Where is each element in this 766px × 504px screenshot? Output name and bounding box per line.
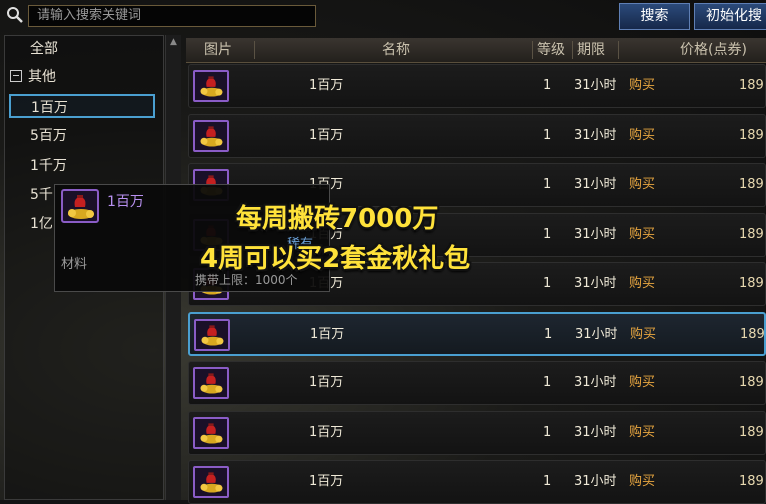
item-price: 189 [739, 78, 764, 93]
money-bag-icon [193, 367, 229, 399]
collapse-icon[interactable] [10, 70, 22, 82]
header-divider [618, 41, 619, 59]
money-bag-icon [194, 319, 230, 351]
tooltip-item-name: 1百万 [107, 194, 144, 210]
scroll-up-icon[interactable]: ▲ [166, 37, 181, 47]
buy-button[interactable]: 购买 [630, 314, 656, 356]
item-duration: 31小时 [574, 128, 617, 143]
buy-button[interactable]: 购买 [629, 263, 655, 305]
buy-button[interactable]: 购买 [629, 115, 655, 157]
header-name[interactable]: 名称 [382, 38, 410, 62]
header-image[interactable]: 图片 [204, 38, 232, 62]
item-price: 189 [739, 276, 764, 291]
sidebar-item-1-million[interactable]: 1百万 [9, 94, 155, 118]
item-level: 1 [543, 474, 552, 489]
table-row[interactable]: 1百万 1 31小时购买 189 [188, 114, 766, 158]
sidebar-item-label: 其他 [28, 69, 56, 85]
table-row[interactable]: 1百万 1 31小时购买 189 [188, 460, 766, 504]
item-duration: 31小时 [574, 375, 617, 390]
item-duration: 31小时 [574, 276, 617, 291]
item-level: 1 [543, 227, 552, 242]
header-divider [532, 41, 533, 59]
item-name: 1百万 [309, 425, 344, 440]
item-duration: 31小时 [574, 227, 617, 242]
item-level: 1 [543, 78, 552, 93]
header-price[interactable]: 价格(点券) [680, 38, 747, 62]
tooltip-type: 材料 [61, 257, 88, 272]
item-duration: 31小时 [574, 177, 617, 192]
header-divider [572, 41, 573, 59]
table-row[interactable]: 1百万 1 31小时购买 189 [188, 411, 766, 455]
sidebar-item-50-million[interactable]: 5千 [30, 183, 53, 207]
search-button[interactable]: 搜索 [619, 3, 690, 30]
header-divider [254, 41, 255, 59]
item-price: 189 [740, 327, 765, 342]
money-bag-icon [193, 120, 229, 152]
item-level: 1 [543, 177, 552, 192]
item-level: 1 [543, 128, 552, 143]
money-bag-icon [193, 70, 229, 102]
item-price: 189 [739, 474, 764, 489]
reset-search-button[interactable]: 初始化搜 [694, 3, 766, 30]
buy-button[interactable]: 购买 [629, 214, 655, 256]
item-price: 189 [739, 375, 764, 390]
search-icon[interactable] [6, 6, 24, 24]
item-level: 1 [544, 327, 553, 342]
buy-button[interactable]: 购买 [629, 164, 655, 206]
sidebar-item-all[interactable]: 全部 [30, 37, 58, 61]
search-input[interactable]: 请输入搜索关键词 [28, 5, 316, 27]
item-name: 1百万 [309, 128, 344, 143]
header-duration[interactable]: 期限 [577, 38, 605, 62]
item-name: 1百万 [309, 474, 344, 489]
item-duration: 31小时 [574, 425, 617, 440]
item-price: 189 [739, 227, 764, 242]
buy-button[interactable]: 购买 [629, 461, 655, 503]
table-row[interactable]: 1百万 1 31小时购买 189 [188, 64, 766, 108]
item-duration: 31小时 [574, 78, 617, 93]
item-level: 1 [543, 425, 552, 440]
item-duration: 31小时 [574, 474, 617, 489]
item-name: 1百万 [310, 327, 345, 342]
header-level[interactable]: 等级 [537, 38, 565, 62]
sidebar-item-other[interactable]: 其他 [10, 65, 56, 89]
item-price: 189 [739, 177, 764, 192]
buy-button[interactable]: 购买 [629, 65, 655, 107]
money-bag-icon [193, 466, 229, 498]
buy-button[interactable]: 购买 [629, 362, 655, 404]
caption-line-2: 4周可以买2套金秋礼包 [200, 244, 471, 274]
sidebar-item-5-million[interactable]: 5百万 [30, 124, 67, 148]
item-name: 1百万 [309, 375, 344, 390]
item-duration: 31小时 [575, 327, 618, 342]
item-name: 1百万 [309, 78, 344, 93]
item-price: 189 [739, 128, 764, 143]
table-row[interactable]: 1百万 1 31小时购买 189 [188, 312, 766, 356]
table-header: 图片 名称 等级 期限 价格(点券) [186, 38, 766, 63]
money-bag-icon [61, 189, 99, 223]
buy-button[interactable]: 购买 [629, 412, 655, 454]
item-level: 1 [543, 375, 552, 390]
sidebar-item-100-million[interactable]: 1亿 [30, 212, 53, 236]
table-row[interactable]: 1百万 1 31小时购买 189 [188, 361, 766, 405]
item-price: 189 [739, 425, 764, 440]
sidebar-item-10-million[interactable]: 1千万 [30, 154, 67, 178]
caption-line-1: 每周搬砖7000万 [236, 204, 439, 234]
item-level: 1 [543, 276, 552, 291]
money-bag-icon [193, 417, 229, 449]
